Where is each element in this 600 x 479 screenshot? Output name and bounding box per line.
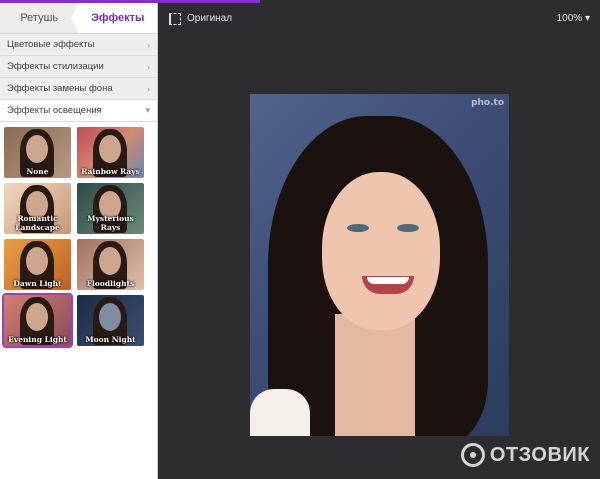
chevron-right-icon: ›: [147, 39, 150, 50]
photo-neck: [335, 314, 415, 436]
accordion-label: Цветовые эффекты: [7, 39, 95, 50]
photo-teeth: [367, 277, 409, 284]
effect-label: Mysterious Rays: [87, 214, 134, 232]
zoom-dropdown[interactable]: 100% ▾: [557, 13, 590, 24]
sidebar: Ретушь Эффекты Цветовые эффекты › Эффект…: [0, 3, 158, 479]
thumb-face: [99, 247, 121, 275]
effect-label: Dawn Light: [13, 279, 62, 288]
photo-face: [322, 172, 440, 330]
accordion-stylization-effects[interactable]: Эффекты стилизации ›: [0, 56, 157, 78]
effect-label: Moon Night: [85, 335, 136, 344]
otzovik-watermark: ОТЗОВИК: [460, 443, 590, 467]
tabs-bar: Ретушь Эффекты: [0, 3, 157, 34]
accordion-lighting-effects[interactable]: Эффекты освещения ▾: [0, 100, 157, 122]
otzovik-brand-text: ОТЗОВИК: [489, 443, 590, 466]
zoom-value: 100%: [556, 13, 583, 24]
effect-label: Evening Light: [8, 335, 67, 344]
thumb-face: [99, 303, 121, 331]
effect-evening-light[interactable]: Evening Light: [2, 293, 73, 348]
effect-mysterious-rays[interactable]: Mysterious Rays: [77, 183, 144, 234]
accordion-color-effects[interactable]: Цветовые эффекты ›: [0, 34, 157, 56]
caret-down-icon: ▾: [584, 13, 590, 24]
effect-rainbow-rays[interactable]: Rainbow Rays: [77, 127, 144, 178]
compare-icon: [169, 12, 181, 25]
chevron-down-icon: ▾: [145, 105, 150, 115]
toolbar: Оригинал 100% ▾: [159, 3, 600, 34]
effect-floodlights[interactable]: Floodlights: [77, 239, 144, 290]
photo-clothing: [250, 389, 310, 436]
original-label: Оригинал: [187, 13, 233, 24]
main-canvas-area: Оригинал 100% ▾ pho.to ОТЗОВИК: [159, 3, 600, 479]
accordion-label: Эффекты освещения: [7, 105, 102, 116]
photo-eye-left: [347, 224, 369, 232]
effects-grid: None Rainbow Rays Romantic Landscape Mys…: [0, 122, 157, 348]
effect-label: Floodlights: [86, 279, 135, 288]
thumb-face: [26, 135, 48, 163]
accordion-label: Эффекты стилизации: [7, 61, 104, 72]
tab-retouch[interactable]: Ретушь: [0, 3, 79, 33]
accordion-background-effects[interactable]: Эффекты замены фона ›: [0, 78, 157, 100]
tab-effects[interactable]: Эффекты: [70, 3, 157, 34]
chevron-right-icon: ›: [147, 61, 150, 72]
effect-dawn-light[interactable]: Dawn Light: [4, 239, 71, 290]
thumb-face: [26, 303, 48, 331]
effect-romantic-landscape[interactable]: Romantic Landscape: [4, 183, 71, 234]
effect-moon-night[interactable]: Moon Night: [77, 295, 144, 346]
thumb-face: [99, 135, 121, 163]
effect-label: None: [26, 167, 49, 176]
chevron-right-icon: ›: [147, 83, 150, 94]
photo-watermark: pho.to: [471, 98, 504, 108]
photo-preview[interactable]: pho.to: [250, 94, 509, 436]
otzovik-logo-icon: [460, 443, 485, 467]
photo-eye-right: [397, 224, 419, 232]
effect-none[interactable]: None: [4, 127, 71, 178]
effect-label: Rainbow Rays: [81, 167, 140, 176]
effect-label: Romantic Landscape: [15, 214, 60, 232]
thumb-face: [26, 247, 48, 275]
accordion-label: Эффекты замены фона: [7, 83, 113, 94]
original-toggle[interactable]: Оригинал: [169, 12, 233, 25]
